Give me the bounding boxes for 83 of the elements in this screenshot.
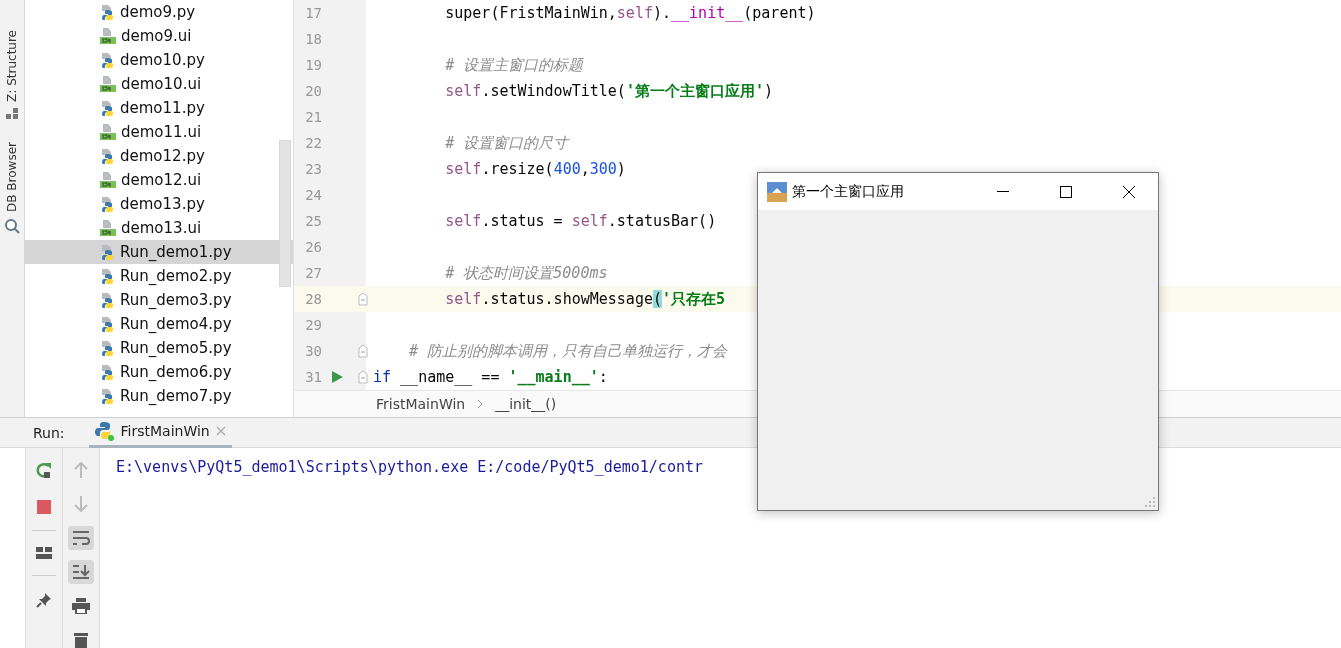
file-tree-item[interactable]: Run_demo5.py <box>25 336 293 360</box>
line-number: 27 <box>304 265 322 281</box>
code-line: # 状态时间设置5000ms <box>444 263 608 283</box>
scrollbar-thumb[interactable] <box>279 140 291 287</box>
file-tree-item[interactable]: demo10.ui <box>25 72 293 96</box>
file-tree-item[interactable]: demo12.ui <box>25 168 293 192</box>
python-file-icon <box>100 316 116 332</box>
file-tree-item[interactable]: demo13.ui <box>25 216 293 240</box>
python-file-icon <box>100 4 116 20</box>
line-number: 30 <box>304 343 322 359</box>
line-number: 25 <box>304 213 322 229</box>
chevron-right-icon <box>477 399 484 409</box>
console-output: E:\venvs\PyQt5_demo1\Scripts\python.exe E:/code/PyQt5_demo1/contr <box>116 458 703 476</box>
close-icon[interactable] <box>1123 185 1135 198</box>
line-number: 28 <box>304 291 322 307</box>
code-line: super(FristMainWin,self).__init__(parent) <box>444 4 816 22</box>
landscape-app-icon <box>767 181 787 202</box>
file-tree-item[interactable]: Run_demo2.py <box>25 264 293 288</box>
run-label: Run: <box>33 424 65 441</box>
tool-window-button[interactable]: Z: Structure <box>5 30 19 102</box>
file-tree-item[interactable]: demo12.py <box>25 144 293 168</box>
code-line: self.status.showMessage('只存在5 <box>444 289 726 309</box>
file-tree-item[interactable]: Run_demo3.py <box>25 288 293 312</box>
file-tree-item[interactable]: demo13.py <box>25 192 293 216</box>
line-number: 19 <box>304 57 322 73</box>
soft-wrap-icon[interactable] <box>68 526 94 550</box>
file-tree-item[interactable]: Run_demo1.py <box>25 240 293 264</box>
python-file-icon <box>100 340 116 356</box>
line-number: 17 <box>304 5 322 21</box>
python-file-icon <box>100 196 116 212</box>
code-line: self.resize(400,300) <box>444 160 626 178</box>
code-line: # 设置窗口的尺寸 <box>444 133 569 153</box>
line-number: 24 <box>304 187 322 203</box>
python-file-icon <box>100 52 116 68</box>
qt-file-icon <box>100 28 117 44</box>
minimize-icon[interactable] <box>997 190 1009 193</box>
file-tree-item[interactable]: demo11.py <box>25 96 293 120</box>
breadcrumb-item[interactable]: FristMainWin <box>376 396 466 412</box>
file-tree-item[interactable]: demo11.ui <box>25 120 293 144</box>
qt-file-icon <box>100 220 117 236</box>
structure-icon <box>6 107 18 120</box>
python-file-icon <box>100 388 116 404</box>
code-line: self.setWindowTitle('第一个主窗口应用') <box>444 81 773 101</box>
file-tree-item[interactable]: Run_demo6.py <box>25 360 293 384</box>
file-tree-item[interactable]: Run_demo7.py <box>25 384 293 408</box>
qt-file-icon <box>100 124 117 140</box>
qt-file-icon <box>100 172 117 188</box>
fold-marker-icon[interactable] <box>358 344 368 358</box>
scroll-to-end-icon[interactable] <box>68 560 94 584</box>
line-number: 31 <box>304 369 322 385</box>
python-file-icon <box>100 100 116 116</box>
breadcrumb-item[interactable]: __init__() <box>495 396 557 412</box>
python-file-icon <box>100 148 116 164</box>
file-tree-item[interactable]: demo9.ui <box>25 24 293 48</box>
run-icon[interactable] <box>332 371 343 383</box>
line-number: 20 <box>304 83 322 99</box>
python-icon <box>94 421 115 441</box>
maximize-icon[interactable] <box>1060 185 1072 198</box>
window-title: 第一个主窗口应用 <box>792 182 905 201</box>
code-line: self.status = self.statusBar() <box>444 212 717 230</box>
line-number: 18 <box>304 31 322 47</box>
code-line: # 设置主窗口的标题 <box>444 55 584 75</box>
line-number: 22 <box>304 135 322 151</box>
file-tree-item[interactable]: demo9.py <box>25 0 293 24</box>
code-line: # 防止别的脚本调用，只有自己单独运行，才会 <box>408 341 728 361</box>
fold-marker-icon[interactable] <box>358 370 368 384</box>
line-number: 21 <box>304 109 322 125</box>
python-file-icon <box>100 292 116 308</box>
python-file-icon <box>100 268 116 284</box>
tool-window-button[interactable]: DB Browser <box>5 141 19 212</box>
magnifier-icon <box>4 217 20 234</box>
run-tab[interactable]: FirstMainWin <box>88 417 232 448</box>
fold-marker-icon[interactable] <box>358 292 368 306</box>
python-file-icon <box>100 244 116 260</box>
qt-file-icon <box>100 76 117 92</box>
file-tree-item[interactable]: Run_demo4.py <box>25 312 293 336</box>
code-line: if __name__ == '__main__': <box>372 368 608 386</box>
line-number: 23 <box>304 161 322 177</box>
file-tree-item[interactable]: demo10.py <box>25 48 293 72</box>
python-file-icon <box>100 364 116 380</box>
resize-grip-icon[interactable] <box>1145 497 1155 507</box>
line-number: 29 <box>304 317 322 333</box>
line-number: 26 <box>304 239 322 255</box>
